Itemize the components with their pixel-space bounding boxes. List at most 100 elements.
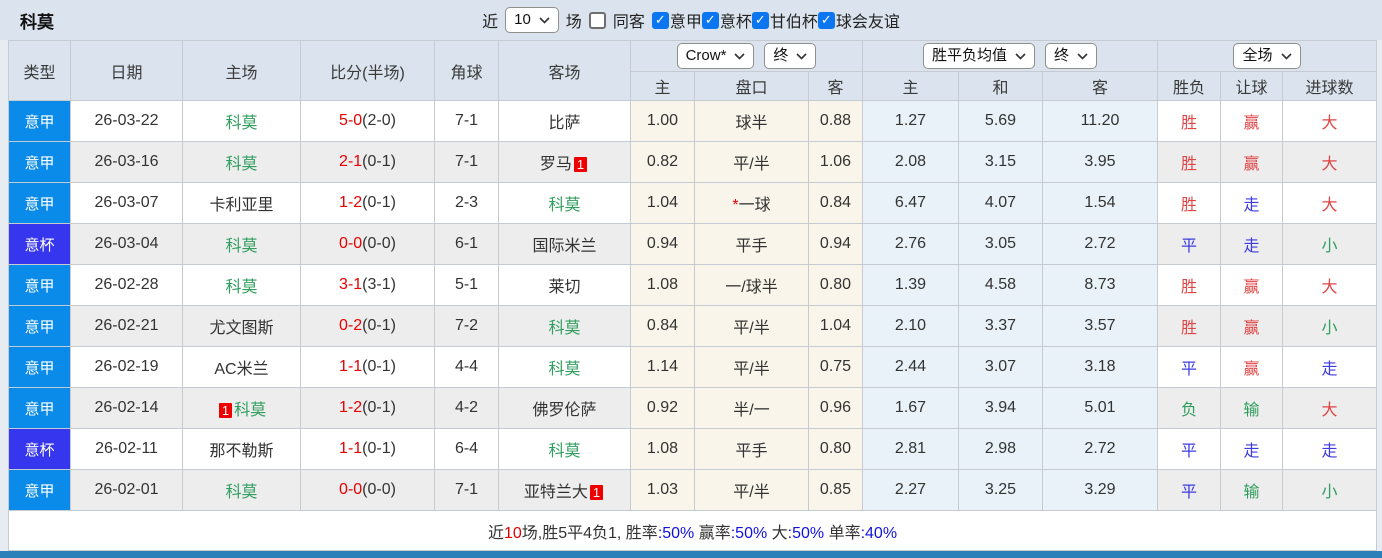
- result-wdl-cell: 胜: [1157, 182, 1221, 224]
- odds-away-cell: 0.96: [808, 387, 863, 429]
- fulltime-score: 0-2: [339, 317, 363, 334]
- league-cell: 意甲: [8, 182, 71, 224]
- avg-draw-cell: 3.15: [958, 141, 1043, 183]
- league-checkbox[interactable]: ✓: [817, 11, 835, 29]
- fulltime-score: 2-1: [339, 153, 363, 170]
- col-header-away: 客场: [498, 40, 631, 101]
- avg-home-cell: 2.81: [862, 428, 959, 470]
- avg-away-cell: 2.72: [1042, 223, 1158, 265]
- red-card-badge: 1: [589, 485, 604, 500]
- odds-away-cell: 0.88: [808, 100, 863, 142]
- summary-segment: 赢率: [694, 524, 731, 542]
- result-handicap-cell: 赢: [1220, 264, 1283, 306]
- recent-count-select[interactable]: 10: [505, 7, 559, 33]
- halftime-score: (2-0): [362, 112, 396, 129]
- league-cell: 意甲: [8, 469, 71, 511]
- home-team-cell: 卡利亚里: [182, 182, 301, 224]
- league-cell: 意甲: [8, 305, 71, 347]
- league-cell: 意甲: [8, 264, 71, 306]
- col-header-date: 日期: [70, 40, 183, 101]
- avg-away-cell: 8.73: [1042, 264, 1158, 306]
- league-checkbox-label: 意杯: [719, 14, 752, 31]
- handicap-cell: 平手: [694, 223, 809, 265]
- away-team-cell: 科莫: [498, 346, 631, 388]
- team-name: 科莫: [548, 361, 581, 378]
- team-name: 科莫: [225, 115, 258, 132]
- page: 科莫 近 10 场 同客 ✓ 意甲 ✓ 意杯 ✓ 甘伯杯 ✓ 球会友谊 类型 日期 主场: [0, 0, 1382, 558]
- crow-company-select[interactable]: Crow*: [676, 43, 755, 69]
- result-handicap-cell: 走: [1220, 428, 1283, 470]
- summary-segment: :40%: [860, 524, 898, 542]
- table-row: 意甲 26-02-01 科莫 0-0(0-0) 7-1 亚特兰大 1 1.03 平/半 0.85 2…: [8, 469, 1377, 511]
- halftime-score: (3-1): [362, 276, 396, 293]
- subcol-handicap: 盘口: [694, 71, 809, 101]
- league-checkbox[interactable]: ✓: [651, 11, 669, 29]
- league-filter-item: ✓ 意杯: [701, 8, 752, 32]
- avg-odds-select[interactable]: 胜平负均值: [922, 43, 1035, 69]
- result-handicap-cell: 输: [1220, 469, 1283, 511]
- result-goals-cell: 大: [1282, 182, 1377, 224]
- date-cell: 26-03-04: [70, 223, 183, 265]
- table-row: 意杯 26-02-11 那不勒斯 1-1(0-1) 6-4 科莫 1.08 平手 0.80 2.8…: [8, 428, 1377, 470]
- fulltime-score: 1-2: [339, 194, 363, 211]
- same-away-checkbox[interactable]: [588, 11, 606, 29]
- result-goals-cell: 小: [1282, 469, 1377, 511]
- odds-away-cell: 0.75: [808, 346, 863, 388]
- fulltime-score: 1-1: [339, 358, 363, 375]
- table-row: 意甲 26-02-28 科莫 3-1(3-1) 5-1 莱切 1.08 一/球半 0.80 1.3…: [8, 264, 1377, 306]
- league-cell: 意甲: [8, 141, 71, 183]
- avg-home-cell: 2.76: [862, 223, 959, 265]
- team-name: 科莫: [548, 197, 581, 214]
- result-handicap-cell: 赢: [1220, 141, 1283, 183]
- home-team-cell: 尤文图斯: [182, 305, 301, 347]
- home-team-cell: 1 科莫: [182, 387, 301, 429]
- summary-segment: 单率: [824, 524, 861, 542]
- team-name: 科莫: [234, 402, 267, 419]
- team-name: 科莫: [548, 443, 581, 460]
- away-team-cell: 科莫: [498, 428, 631, 470]
- result-wdl-cell: 胜: [1157, 141, 1221, 183]
- league-cell: 意杯: [8, 223, 71, 265]
- team-name: AC米兰: [214, 361, 269, 378]
- subcol-avg-draw: 和: [958, 71, 1043, 101]
- result-wdl-cell: 胜: [1157, 305, 1221, 347]
- avg-period-select[interactable]: 终: [1045, 43, 1098, 69]
- summary-segment: 10: [503, 524, 522, 542]
- score-cell: 2-1(0-1): [300, 141, 435, 183]
- team-name: 罗马: [539, 156, 572, 173]
- avg-home-cell: 1.39: [862, 264, 959, 306]
- match-rows: 意甲 26-03-22 科莫 5-0(2-0) 7-1 比萨 1.00 球半 0.88 1.27 5…: [8, 100, 1377, 511]
- date-cell: 26-02-11: [70, 428, 183, 470]
- corners-cell: 7-1: [434, 100, 499, 142]
- avg-home-cell: 2.44: [862, 346, 959, 388]
- league-checkbox[interactable]: ✓: [701, 11, 719, 29]
- crow-period-select[interactable]: 终: [764, 43, 817, 69]
- result-wdl-cell: 平: [1157, 346, 1221, 388]
- date-cell: 26-03-16: [70, 141, 183, 183]
- halftime-score: (0-0): [362, 481, 396, 498]
- team-name: 国际米兰: [532, 238, 597, 255]
- league-checkbox[interactable]: ✓: [751, 11, 769, 29]
- avg-home-cell: 2.10: [862, 305, 959, 347]
- avg-away-cell: 5.01: [1042, 387, 1158, 429]
- odds-away-cell: 0.84: [808, 182, 863, 224]
- team-name: 科莫: [225, 156, 258, 173]
- odds-home-cell: 1.14: [630, 346, 695, 388]
- away-team-cell: 罗马 1: [498, 141, 631, 183]
- bottom-accent-bar: [0, 551, 1382, 558]
- odds-home-cell: 0.84: [630, 305, 695, 347]
- result-goals-cell: 大: [1282, 141, 1377, 183]
- avg-away-cell: 3.57: [1042, 305, 1158, 347]
- scope-select[interactable]: 全场: [1233, 43, 1301, 69]
- odds-home-cell: 1.04: [630, 182, 695, 224]
- result-goals-cell: 大: [1282, 264, 1377, 306]
- score-cell: 0-0(0-0): [300, 469, 435, 511]
- home-team-cell: AC米兰: [182, 346, 301, 388]
- halftime-score: (0-1): [362, 153, 396, 170]
- score-cell: 1-2(0-1): [300, 182, 435, 224]
- corners-cell: 7-2: [434, 305, 499, 347]
- away-team-cell: 莱切: [498, 264, 631, 306]
- team-name: 比萨: [548, 115, 581, 132]
- team-name: 佛罗伦萨: [532, 402, 597, 419]
- odds-away-cell: 0.94: [808, 223, 863, 265]
